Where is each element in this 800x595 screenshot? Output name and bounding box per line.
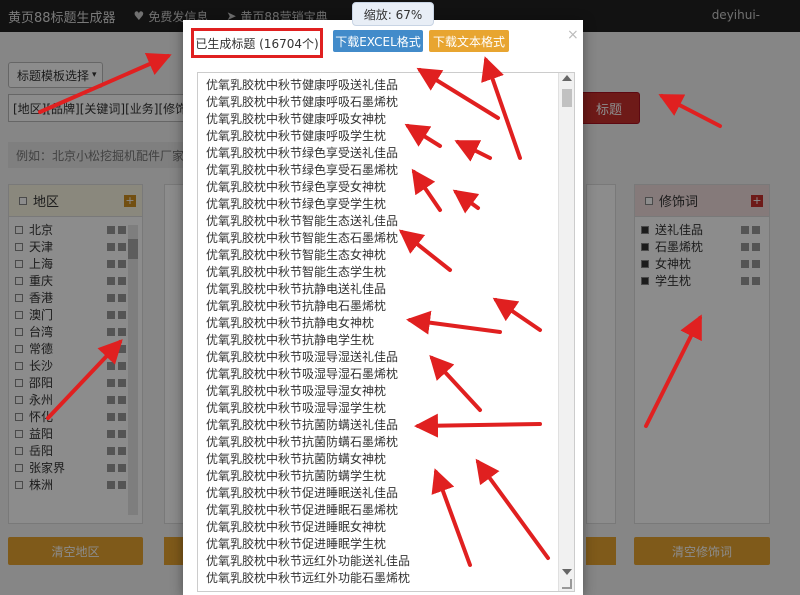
result-line: 优氧乳胶枕中秋节吸湿导湿石墨烯枕 bbox=[206, 367, 399, 381]
results-list: 优氧乳胶枕中秋节健康呼吸送礼佳品 优氧乳胶枕中秋节健康呼吸石墨烯枕 优氧乳胶枕中秋节… bbox=[198, 73, 574, 587]
download-text-button[interactable]: 下载文本格式 bbox=[429, 30, 509, 52]
result-line: 优氧乳胶枕中秋节促进睡眠女神枕 bbox=[206, 520, 387, 534]
result-line: 优氧乳胶枕中秋节远红外功能石墨烯枕 bbox=[206, 571, 411, 585]
result-line: 优氧乳胶枕中秋节健康呼吸送礼佳品 bbox=[206, 78, 399, 92]
result-line: 优氧乳胶枕中秋节抗菌防螨女神枕 bbox=[206, 452, 387, 466]
result-line: 优氧乳胶枕中秋节智能生态学生枕 bbox=[206, 265, 387, 279]
scroll-up-icon[interactable] bbox=[562, 75, 572, 81]
result-line: 优氧乳胶枕中秋节吸湿导湿学生枕 bbox=[206, 401, 387, 415]
result-line: 优氧乳胶枕中秋节绿色享受女神枕 bbox=[206, 180, 387, 194]
result-line: 优氧乳胶枕中秋节吸湿导湿女神枕 bbox=[206, 384, 387, 398]
scroll-thumb[interactable] bbox=[562, 89, 572, 107]
result-line: 优氧乳胶枕中秋节抗菌防螨学生枕 bbox=[206, 469, 387, 483]
results-modal: 已生成标题 (16704个) 下载EXCEL格式 下载文本格式 × 优氧乳胶枕中… bbox=[183, 20, 583, 595]
resize-handle-icon[interactable] bbox=[562, 579, 572, 589]
result-line: 优氧乳胶枕中秋节健康呼吸石墨烯枕 bbox=[206, 95, 399, 109]
result-line: 优氧乳胶枕中秋节抗菌防螨送礼佳品 bbox=[206, 418, 399, 432]
result-line: 优氧乳胶枕中秋节吸湿导湿送礼佳品 bbox=[206, 350, 399, 364]
result-line: 优氧乳胶枕中秋节智能生态送礼佳品 bbox=[206, 214, 399, 228]
result-line: 优氧乳胶枕中秋节抗静电学生枕 bbox=[206, 333, 375, 347]
result-line: 优氧乳胶枕中秋节抗静电送礼佳品 bbox=[206, 282, 387, 296]
result-line: 优氧乳胶枕中秋节智能生态石墨烯枕 bbox=[206, 231, 399, 245]
zoom-indicator: 缩放: 67% bbox=[352, 2, 434, 26]
result-line: 优氧乳胶枕中秋节抗菌防螨石墨烯枕 bbox=[206, 435, 399, 449]
results-textarea[interactable]: 优氧乳胶枕中秋节健康呼吸送礼佳品 优氧乳胶枕中秋节健康呼吸石墨烯枕 优氧乳胶枕中秋节… bbox=[197, 72, 575, 592]
result-line: 优氧乳胶枕中秋节智能生态女神枕 bbox=[206, 248, 387, 262]
generated-count: 已生成标题 (16704个) bbox=[191, 28, 323, 58]
result-line: 优氧乳胶枕中秋节绿色享受石墨烯枕 bbox=[206, 163, 399, 177]
scroll-down-icon[interactable] bbox=[562, 569, 572, 575]
result-line: 优氧乳胶枕中秋节抗静电女神枕 bbox=[206, 316, 375, 330]
result-line: 优氧乳胶枕中秋节健康呼吸学生枕 bbox=[206, 129, 387, 143]
result-line: 优氧乳胶枕中秋节促进睡眠石墨烯枕 bbox=[206, 503, 399, 517]
result-line: 优氧乳胶枕中秋节促进睡眠学生枕 bbox=[206, 537, 387, 551]
result-line: 优氧乳胶枕中秋节促进睡眠送礼佳品 bbox=[206, 486, 399, 500]
results-scrollbar[interactable] bbox=[558, 73, 574, 591]
result-line: 优氧乳胶枕中秋节远红外功能送礼佳品 bbox=[206, 554, 411, 568]
result-line: 优氧乳胶枕中秋节抗静电石墨烯枕 bbox=[206, 299, 387, 313]
close-icon[interactable]: × bbox=[567, 27, 579, 43]
result-line: 优氧乳胶枕中秋节绿色享受学生枕 bbox=[206, 197, 387, 211]
result-line: 优氧乳胶枕中秋节健康呼吸女神枕 bbox=[206, 112, 387, 126]
result-line: 优氧乳胶枕中秋节绿色享受送礼佳品 bbox=[206, 146, 399, 160]
download-excel-button[interactable]: 下载EXCEL格式 bbox=[333, 30, 423, 52]
